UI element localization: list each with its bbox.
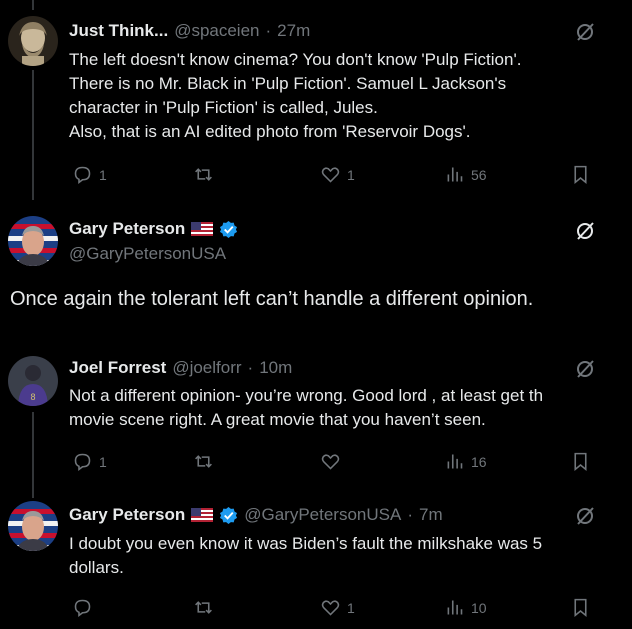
separator: ·: [407, 505, 413, 524]
like-button[interactable]: 1: [320, 164, 355, 185]
timestamp[interactable]: 7m: [419, 505, 443, 525]
views-count: 10: [471, 599, 487, 616]
bookmark-icon: [574, 598, 587, 618]
avatar[interactable]: [8, 501, 58, 551]
post-text-line: movie scene right. A great movie that yo…: [69, 410, 486, 429]
handle[interactable]: @GaryPetersonUSA: [69, 244, 226, 264]
post-text-line: character in 'Pulp Fiction' is called, J…: [69, 98, 378, 117]
display-name[interactable]: Gary Peterson: [69, 505, 185, 525]
grok-icon[interactable]: [574, 220, 596, 242]
reply-icon: [74, 599, 91, 617]
reply-button[interactable]: 1: [72, 451, 107, 472]
post-text: I doubt you even know it was Biden’s fau…: [69, 532, 629, 580]
like-count: 1: [347, 166, 355, 183]
display-name[interactable]: Joel Forrest: [69, 358, 166, 378]
grok-icon[interactable]: [574, 505, 596, 527]
handle[interactable]: @joelforr: [172, 358, 241, 378]
views-button[interactable]: 56: [444, 164, 487, 185]
repost-button[interactable]: [193, 597, 220, 618]
views-count: 56: [471, 166, 487, 183]
repost-icon: [195, 601, 212, 614]
views-icon: [447, 454, 463, 469]
like-button[interactable]: [320, 451, 347, 472]
post-text-line: I doubt you even know it was Biden’s fau…: [69, 534, 543, 553]
avatar[interactable]: 8: [8, 356, 58, 406]
views-button[interactable]: 10: [444, 597, 487, 618]
us-flag-icon: [191, 222, 214, 236]
bookmark-icon: [574, 165, 587, 185]
post-text-line: dollars.: [69, 558, 124, 577]
reply-button[interactable]: [72, 597, 99, 618]
repost-button[interactable]: [193, 451, 220, 472]
svg-text:8: 8: [30, 392, 35, 402]
views-icon: [447, 600, 463, 615]
views-count: 16: [471, 453, 487, 470]
like-icon: [321, 600, 340, 616]
avatar[interactable]: [8, 216, 58, 266]
bookmark-button[interactable]: [570, 164, 591, 185]
handle[interactable]: @spaceien: [174, 21, 259, 41]
reply-icon: [74, 166, 91, 184]
main-post-text: Once again the tolerant left can’t handl…: [10, 288, 534, 310]
like-icon: [321, 454, 340, 470]
timestamp[interactable]: 10m: [259, 358, 292, 378]
separator: ·: [265, 21, 272, 40]
reply-count: 1: [99, 453, 107, 470]
reply-button[interactable]: 1: [72, 164, 107, 185]
us-flag-icon: [191, 508, 214, 522]
reply-icon: [74, 453, 91, 471]
bookmark-button[interactable]: [570, 597, 591, 618]
reply-count: 1: [99, 166, 107, 183]
thread-line: [32, 0, 34, 10]
views-button[interactable]: 16: [444, 451, 487, 472]
verified-badge-icon: [220, 220, 238, 238]
thread-line: [32, 70, 34, 200]
post-text: The left doesn't know cinema? You don't …: [69, 48, 629, 144]
repost-icon: [195, 455, 212, 468]
like-icon: [321, 167, 340, 183]
post-text-line: Not a different opinion- you’re wrong. G…: [69, 386, 544, 405]
post-text: Not a different opinion- you’re wrong. G…: [69, 384, 629, 432]
separator: ·: [247, 358, 254, 377]
bookmark-button[interactable]: [570, 451, 591, 472]
display-name[interactable]: Gary Peterson: [69, 219, 185, 239]
repost-icon: [195, 168, 212, 181]
repost-button[interactable]: [193, 164, 220, 185]
grok-icon[interactable]: [574, 21, 596, 43]
verified-badge-icon: [220, 506, 238, 524]
post-text-line: There is no Mr. Black in 'Pulp Fiction'.…: [69, 74, 507, 93]
timestamp[interactable]: 27m: [277, 21, 310, 41]
display-name[interactable]: Just Think...: [69, 21, 168, 41]
grok-icon[interactable]: [574, 358, 596, 380]
views-icon: [447, 167, 463, 182]
thread-line: [32, 412, 34, 498]
avatar[interactable]: [8, 16, 58, 66]
post-text-line: Also, that is an AI edited photo from 'R…: [69, 122, 471, 141]
like-button[interactable]: 1: [320, 597, 355, 618]
handle[interactable]: @GaryPetersonUSA: [244, 505, 401, 525]
bookmark-icon: [574, 452, 587, 472]
post-text-line: The left doesn't know cinema? You don't …: [69, 50, 522, 69]
like-count: 1: [347, 599, 355, 616]
